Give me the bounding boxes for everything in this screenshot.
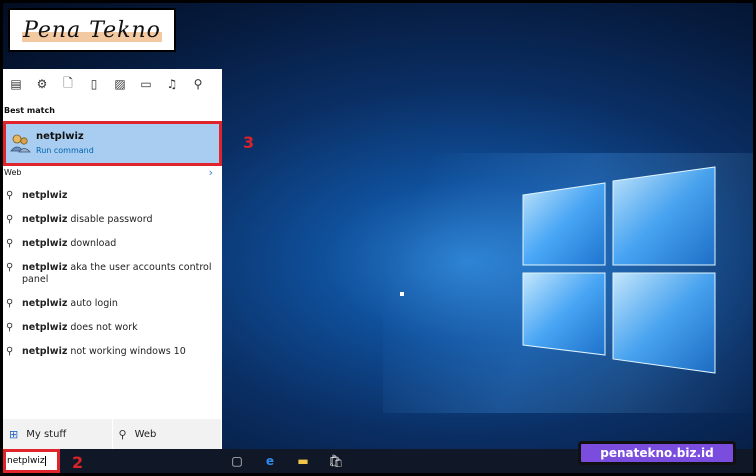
step-3-annotation: 3 (243, 133, 255, 152)
users-icon (10, 134, 31, 153)
taskbar-search-input[interactable]: netplwiz (3, 449, 60, 473)
chevron-right-icon[interactable]: › (209, 166, 213, 179)
step-2-annotation: 2 (72, 453, 84, 472)
search-icon: ⚲ (118, 427, 127, 441)
best-match-title: netplwiz (36, 131, 84, 142)
best-match-result[interactable]: netplwiz Run command (3, 121, 222, 166)
search-icon: ⚲ (6, 322, 14, 333)
search-icon: ⚲ (6, 346, 14, 357)
search-icon: ⚲ (6, 238, 14, 249)
phone-icon[interactable]: ▯ (81, 73, 107, 95)
windows-icon: ⊞ (9, 427, 19, 441)
result-rest: download (67, 238, 117, 249)
filter-toolbar: ▤ ⚙ 🗋 ▯ ▨ ▭ ♫ ⚲ (3, 69, 222, 99)
image-icon[interactable]: ▨ (107, 73, 133, 95)
web-label: Web (4, 168, 22, 177)
best-match-subtitle: Run command (36, 146, 94, 155)
search-icon: ⚲ (6, 298, 14, 309)
site-logo: Pena Tekno (8, 8, 176, 52)
result-bold: netplwiz (22, 346, 68, 357)
apps-icon[interactable]: ▤ (3, 73, 29, 95)
store-icon[interactable]: 🛍 (328, 453, 344, 469)
result-bold: netplwiz (22, 190, 68, 201)
search-scope-bar: ⊞ My stuff ⚲ Web (3, 419, 222, 449)
web-scope-label: Web (134, 428, 157, 440)
result-rest: does not work (67, 322, 138, 333)
search-icon: ⚲ (6, 214, 14, 225)
logo-text: Pena Tekno (23, 17, 161, 43)
my-stuff-button[interactable]: ⊞ My stuff (3, 419, 113, 449)
result-bold: netplwiz (22, 322, 68, 333)
result-bold: netplwiz (22, 214, 68, 225)
file-explorer-icon[interactable]: ▬ (295, 453, 311, 469)
windows-logo-wallpaper (522, 166, 716, 374)
cursor-dot (400, 292, 404, 296)
watermark: penatekno.biz.id (578, 441, 736, 465)
result-bold: netplwiz (22, 262, 68, 273)
my-stuff-label: My stuff (26, 428, 67, 440)
web-scope-button[interactable]: ⚲ Web (113, 419, 222, 449)
result-rest: not working windows 10 (67, 346, 186, 357)
result-rest: auto login (67, 298, 118, 309)
best-match-label: Best match (4, 106, 55, 115)
result-rest: disable password (67, 214, 153, 225)
result-bold: netplwiz (22, 298, 68, 309)
result-bold: netplwiz (22, 238, 68, 249)
search-panel: ▤ ⚙ 🗋 ▯ ▨ ▭ ♫ ⚲ Best match netplwiz Run … (3, 69, 222, 449)
video-icon[interactable]: ▭ (133, 73, 159, 95)
gear-icon[interactable]: ⚙ (29, 73, 55, 95)
music-icon[interactable]: ♫ (159, 73, 185, 95)
task-view-icon[interactable]: ▢ (229, 453, 245, 469)
search-icon[interactable]: ⚲ (185, 73, 211, 95)
search-icon: ⚲ (6, 262, 14, 273)
document-icon[interactable]: 🗋 (55, 73, 81, 95)
search-value: netplwiz (7, 456, 46, 466)
edge-icon[interactable]: e (262, 453, 278, 469)
search-icon: ⚲ (6, 190, 14, 201)
